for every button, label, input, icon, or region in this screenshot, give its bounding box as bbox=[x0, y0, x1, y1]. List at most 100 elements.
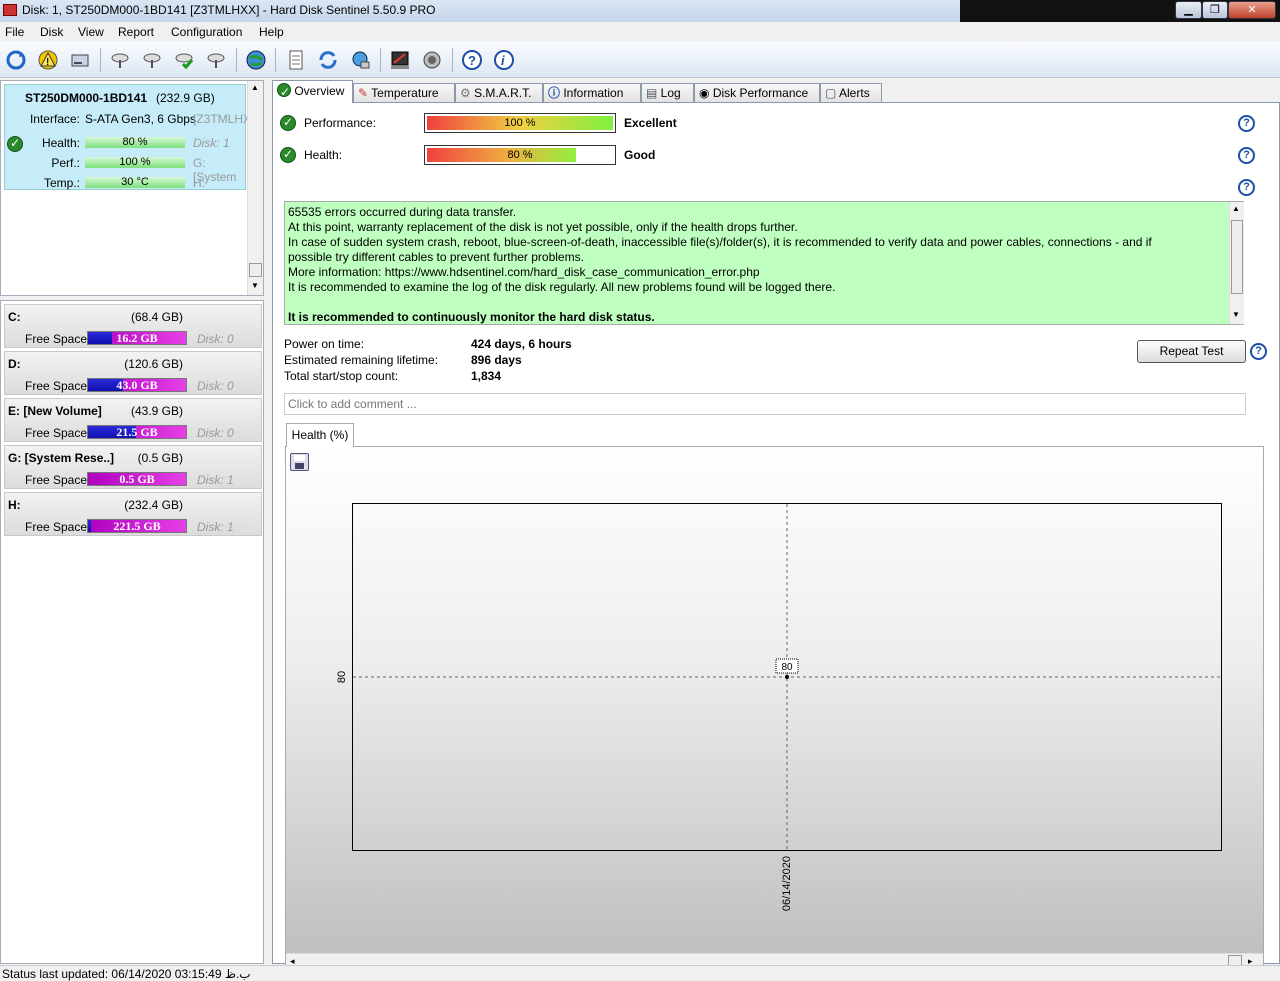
message-line: In case of sudden system crash, reboot, … bbox=[288, 235, 1152, 249]
message-line: 65535 errors occurred during data transf… bbox=[288, 205, 517, 219]
data-label: 80 bbox=[781, 662, 793, 673]
close-button[interactable]: ✕ bbox=[1228, 1, 1276, 19]
disk-card[interactable]: ST250DM000-1BD141 (232.9 GB) Interface: … bbox=[4, 84, 262, 190]
health-bar: 80 % bbox=[424, 145, 616, 165]
volume-item[interactable]: C: (68.4 GB) Free Space 16.2 GB Disk: 0 bbox=[4, 304, 262, 348]
volume-item[interactable]: G: [System Rese..] (0.5 GB) Free Space 0.5 … bbox=[4, 445, 262, 489]
volume-disk: Disk: 1 bbox=[197, 520, 234, 534]
message-line: It is recommended to continuously monito… bbox=[288, 310, 655, 324]
perf-label: Perf.: bbox=[51, 156, 80, 170]
message-line: At this point, warranty replacement of t… bbox=[288, 220, 798, 234]
free-space-bar: 43.0 GB bbox=[87, 378, 187, 392]
disk-list-scrollbar[interactable]: ▲ ▼ bbox=[247, 81, 263, 295]
disk-settings-icon[interactable] bbox=[107, 47, 133, 73]
repeat-test-help-icon[interactable]: ? bbox=[1250, 343, 1267, 360]
menu-disk[interactable]: Disk bbox=[40, 25, 63, 39]
disk-icon[interactable] bbox=[67, 47, 93, 73]
network-icon[interactable] bbox=[347, 47, 373, 73]
volume-disk: Disk: 0 bbox=[197, 332, 234, 346]
lifetime-label: Estimated remaining lifetime: bbox=[284, 353, 439, 367]
minimize-button[interactable]: ▁ bbox=[1175, 1, 1202, 19]
menu-configuration[interactable]: Configuration bbox=[171, 25, 242, 39]
interface-label: Interface: bbox=[29, 112, 80, 126]
tab-disk-performance-label: Disk Performance bbox=[712, 86, 809, 100]
temp-mini-bar: 30 °C bbox=[85, 177, 185, 188]
tab-information-label: Information bbox=[563, 86, 624, 100]
report-icon[interactable] bbox=[283, 47, 309, 73]
toolbar-separator bbox=[452, 48, 453, 72]
health-label: Health: bbox=[304, 148, 343, 162]
message-line: It is recommended to examine the log of … bbox=[288, 280, 836, 294]
perf-mini-value: 100 % bbox=[119, 156, 151, 168]
free-space-bar: 21.5 GB bbox=[87, 425, 187, 439]
message-line: More information: https://www.hdsentinel… bbox=[288, 265, 760, 279]
message-help-icon[interactable]: ? bbox=[1238, 179, 1255, 196]
tab-temperature[interactable]: ✎ Temperature bbox=[353, 83, 455, 102]
info-icon[interactable]: i bbox=[491, 47, 517, 73]
tab-log-label: Log bbox=[660, 86, 681, 100]
menu-file[interactable]: File bbox=[5, 25, 24, 39]
disk-settings-2-icon[interactable] bbox=[139, 47, 165, 73]
disk-volume-h: H: bbox=[193, 176, 205, 190]
web-icon[interactable] bbox=[243, 47, 269, 73]
tab-overview-label: Overview bbox=[294, 84, 345, 98]
volume-item[interactable]: H: (232.4 GB) Free Space 221.5 GB Disk: 1 bbox=[4, 492, 262, 536]
check-icon bbox=[277, 83, 291, 101]
toolbar-separator bbox=[100, 48, 101, 72]
menu-view[interactable]: View bbox=[78, 25, 104, 39]
temp-mini-value: 30 °C bbox=[121, 176, 149, 188]
health-mini-bar: 80 % bbox=[85, 137, 185, 148]
sound-icon[interactable] bbox=[419, 47, 445, 73]
tab-health-chart[interactable]: Health (%) bbox=[286, 423, 354, 447]
tab-smart[interactable]: ⚙ S.M.A.R.T. bbox=[455, 83, 543, 102]
tab-log[interactable]: ▤ Log bbox=[641, 83, 694, 102]
free-space-bar: 16.2 GB bbox=[87, 331, 187, 345]
volume-disk: Disk: 1 bbox=[197, 473, 234, 487]
disk-check-icon[interactable] bbox=[171, 47, 197, 73]
update-icon[interactable] bbox=[315, 47, 341, 73]
volume-name: G: [System Rese..] bbox=[8, 451, 115, 465]
volume-size: (0.5 GB) bbox=[137, 451, 183, 465]
disk-name: ST250DM000-1BD141 bbox=[25, 91, 148, 105]
tab-alerts-label: Alerts bbox=[839, 86, 870, 100]
benchmark-icon[interactable] bbox=[387, 47, 413, 73]
disk-size: (232.9 GB) bbox=[156, 91, 215, 105]
menu-help[interactable]: Help bbox=[259, 25, 284, 39]
health-chart-area: 80 06/14/2020 80 ◂ ▸ bbox=[285, 446, 1264, 970]
status-bar: Status last updated: 06/14/2020 03:15:49… bbox=[0, 965, 1280, 981]
smart-icon: ⚙ bbox=[460, 86, 475, 100]
help-icon[interactable]: ? bbox=[459, 47, 485, 73]
tab-overview[interactable]: Overview bbox=[272, 80, 353, 103]
tab-disk-performance[interactable]: ◉ Disk Performance bbox=[694, 83, 820, 102]
free-space-value: 43.0 GB bbox=[116, 378, 158, 392]
repeat-test-button[interactable]: Repeat Test bbox=[1137, 340, 1246, 363]
health-rating: Good bbox=[624, 148, 656, 162]
refresh-icon[interactable] bbox=[3, 47, 29, 73]
alert-icon[interactable]: ! bbox=[35, 47, 61, 73]
disk-remove-icon[interactable] bbox=[203, 47, 229, 73]
title-bar: Disk: 1, ST250DM000-1BD141 [Z3TMLHXX] - … bbox=[0, 0, 1280, 22]
comment-field[interactable]: Click to add comment ... bbox=[284, 393, 1246, 415]
menu-report[interactable]: Report bbox=[118, 25, 154, 39]
free-space-label: Free Space bbox=[25, 426, 88, 440]
save-icon[interactable] bbox=[290, 453, 309, 471]
lifetime-value: 896 days bbox=[471, 353, 522, 367]
volume-list-panel: C: (68.4 GB) Free Space 16.2 GB Disk: 0 D: (12… bbox=[0, 300, 264, 964]
app-icon[interactable] bbox=[3, 4, 17, 16]
volume-item[interactable]: D: (120.6 GB) Free Space 43.0 GB Disk: 0 bbox=[4, 351, 262, 395]
tab-information[interactable]: ⓘ Information bbox=[543, 83, 641, 102]
log-icon: ▤ bbox=[646, 86, 661, 100]
overview-content: Performance: 100 % Excellent ? Health: 8… bbox=[272, 102, 1280, 970]
status-text: Status last updated: 06/14/2020 03:15:49… bbox=[2, 967, 251, 981]
volume-name: E: [New Volume] bbox=[8, 404, 102, 418]
tab-alerts[interactable]: ▢ Alerts bbox=[820, 83, 882, 102]
maximize-button[interactable]: ❐ bbox=[1202, 1, 1228, 19]
volume-disk: Disk: 0 bbox=[197, 379, 234, 393]
health-help-icon[interactable]: ? bbox=[1238, 147, 1255, 164]
health-label: Health: bbox=[41, 136, 80, 150]
message-scrollbar[interactable]: ▲ ▼ bbox=[1229, 202, 1244, 324]
performance-help-icon[interactable]: ? bbox=[1238, 115, 1255, 132]
thermometer-icon: ✎ bbox=[358, 86, 372, 100]
volume-item[interactable]: E: [New Volume] (43.9 GB) Free Space 21.5 G… bbox=[4, 398, 262, 442]
toolbar-separator bbox=[275, 48, 276, 72]
